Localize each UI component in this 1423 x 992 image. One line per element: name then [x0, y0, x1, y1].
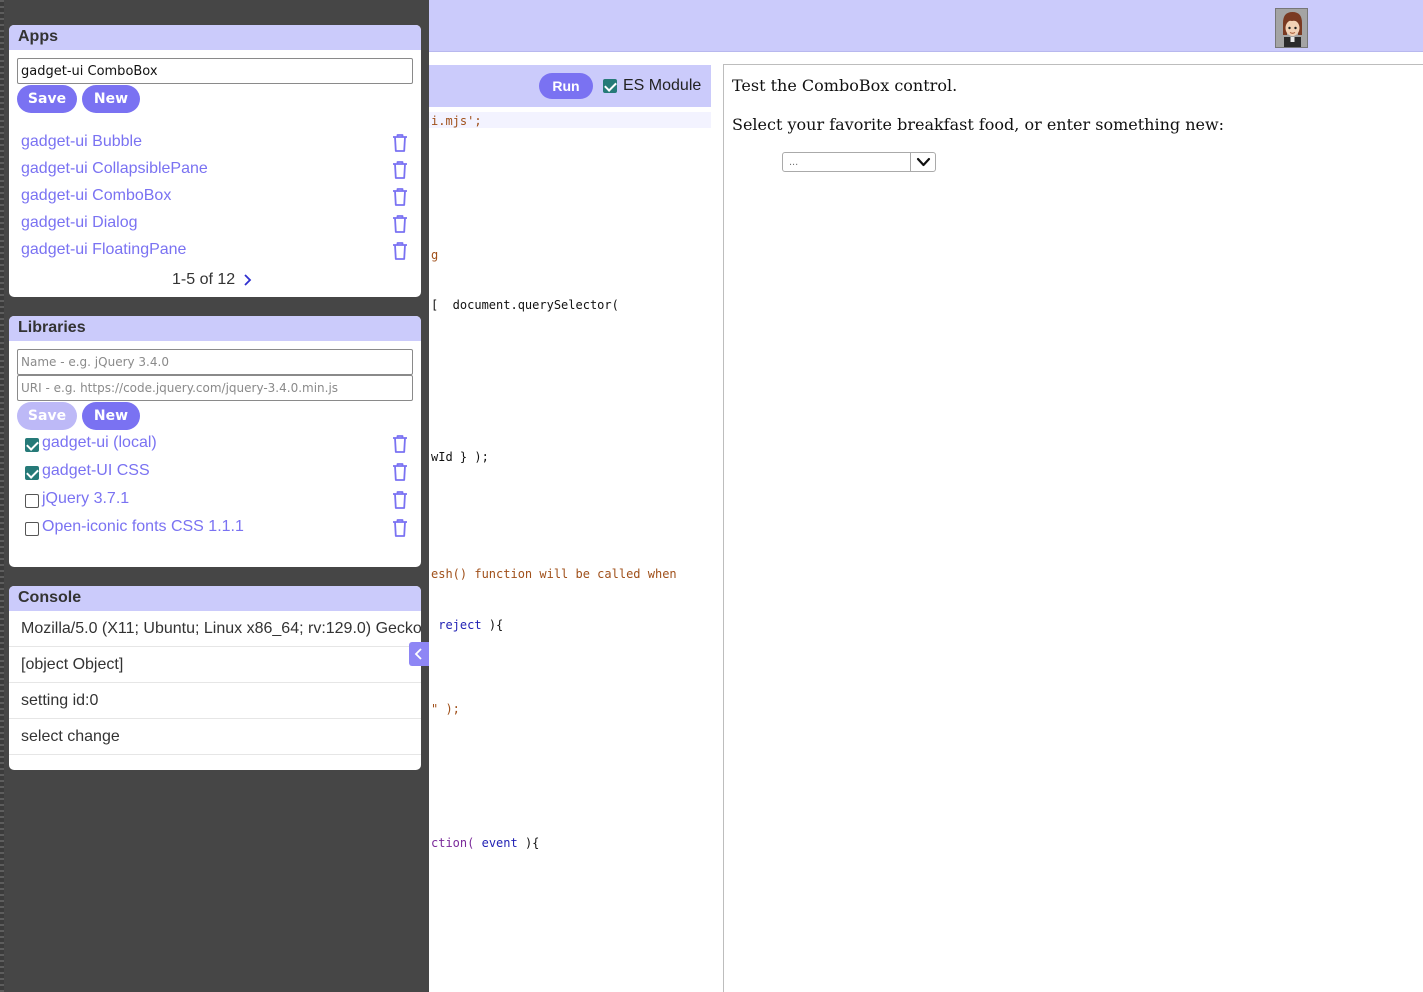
app-list-item[interactable]: gadget-ui CollapsiblePane: [21, 158, 413, 182]
editor-toolbar: Run ES Module: [429, 65, 711, 107]
user-avatar-icon[interactable]: [1275, 8, 1308, 48]
trash-icon[interactable]: [391, 518, 409, 538]
app-link[interactable]: gadget-ui CollapsiblePane: [21, 160, 208, 178]
app-list-item[interactable]: gadget-ui FloatingPane: [21, 239, 413, 263]
chevron-left-icon: [414, 648, 422, 660]
run-button[interactable]: Run: [539, 73, 593, 99]
library-link[interactable]: jQuery 3.7.1: [42, 490, 129, 508]
app-link[interactable]: gadget-ui Bubble: [21, 133, 142, 151]
app-save-button[interactable]: Save: [17, 85, 77, 113]
sidebar-resize-edge[interactable]: [0, 0, 4, 992]
library-checkbox[interactable]: [25, 466, 39, 480]
preview-pane: Test the ComboBox control. Select your f…: [723, 64, 1423, 992]
preview-intro-text: Test the ComboBox control.: [732, 76, 958, 95]
trash-icon[interactable]: [391, 490, 409, 510]
app-link[interactable]: gadget-ui FloatingPane: [21, 241, 186, 259]
collapse-sidebar-button[interactable]: [409, 642, 429, 666]
library-link[interactable]: gadget-ui (local): [42, 434, 157, 452]
breakfast-combobox[interactable]: [782, 152, 936, 172]
es-module-toggle[interactable]: ES Module: [603, 75, 701, 97]
app-link[interactable]: gadget-ui Dialog: [21, 214, 138, 232]
console-panel-title: Console: [9, 586, 421, 611]
trash-icon[interactable]: [391, 133, 409, 153]
combobox-toggle[interactable]: [910, 153, 935, 171]
pager-text: 1-5 of 12: [172, 271, 236, 288]
library-checkbox[interactable]: [25, 522, 39, 536]
library-checkbox[interactable]: [25, 494, 39, 508]
code-line: esh() function will be called when: [431, 567, 677, 581]
code-line: [ document.querySelector(: [431, 298, 619, 312]
console-line: setting id:0: [9, 683, 421, 719]
code-line: reject ){: [438, 618, 504, 632]
es-module-label: ES Module: [623, 77, 702, 94]
code-line: wId } );: [431, 450, 489, 464]
app-link[interactable]: gadget-ui ComboBox: [21, 187, 171, 205]
code-line: i.mjs';: [431, 114, 482, 128]
libraries-panel: Libraries Save New gadget-ui (local) gad…: [9, 316, 421, 567]
library-new-button[interactable]: New: [82, 402, 140, 430]
trash-icon[interactable]: [391, 214, 409, 234]
library-list-item[interactable]: Open-iconic fonts CSS 1.1.1: [21, 516, 413, 540]
app-list-item[interactable]: gadget-ui ComboBox: [21, 185, 413, 209]
library-uri-input[interactable]: [17, 375, 413, 401]
library-list-item[interactable]: gadget-ui (local): [21, 432, 413, 456]
es-module-checkbox[interactable]: [603, 79, 617, 93]
app-list-item[interactable]: gadget-ui Bubble: [21, 131, 413, 155]
code-editor[interactable]: Run ES Module i.mjs'; g [ document.query…: [429, 65, 711, 992]
console-line: select change: [9, 719, 421, 755]
apps-pager: 1-5 of 12: [9, 271, 421, 291]
trash-icon[interactable]: [391, 187, 409, 207]
trash-icon[interactable]: [391, 160, 409, 180]
preview-question-text: Select your favorite breakfast food, or …: [732, 115, 1225, 134]
console-line: [object Object]: [9, 647, 421, 683]
apps-panel-title: Apps: [9, 25, 421, 50]
sidebar: Apps Save New gadget-ui Bubble gadget-ui…: [0, 0, 429, 992]
app-name-input[interactable]: [17, 58, 413, 84]
library-name-input[interactable]: [17, 349, 413, 375]
combobox-input[interactable]: [783, 153, 910, 171]
trash-icon[interactable]: [391, 241, 409, 261]
library-checkbox[interactable]: [25, 438, 39, 452]
trash-icon[interactable]: [391, 462, 409, 482]
code-line: " );: [431, 702, 460, 716]
app-list-item[interactable]: gadget-ui Dialog: [21, 212, 413, 236]
libraries-panel-title: Libraries: [9, 316, 421, 341]
code-line: ction( event ){: [431, 836, 540, 850]
trash-icon[interactable]: [391, 434, 409, 454]
library-save-button[interactable]: Save: [17, 402, 77, 430]
library-link[interactable]: Open-iconic fonts CSS 1.1.1: [42, 518, 244, 536]
code-line: g: [431, 248, 439, 262]
chevron-down-icon: [916, 157, 931, 167]
chevron-right-icon[interactable]: [241, 271, 255, 289]
library-list-item[interactable]: gadget-UI CSS: [21, 460, 413, 484]
console-panel: Console Mozilla/5.0 (X11; Ubuntu; Linux …: [9, 586, 421, 770]
app-new-button[interactable]: New: [82, 85, 140, 113]
console-line: Mozilla/5.0 (X11; Ubuntu; Linux x86_64; …: [9, 611, 421, 647]
library-link[interactable]: gadget-UI CSS: [42, 462, 150, 480]
library-list-item[interactable]: jQuery 3.7.1: [21, 488, 413, 512]
apps-panel: Apps Save New gadget-ui Bubble gadget-ui…: [9, 25, 421, 297]
